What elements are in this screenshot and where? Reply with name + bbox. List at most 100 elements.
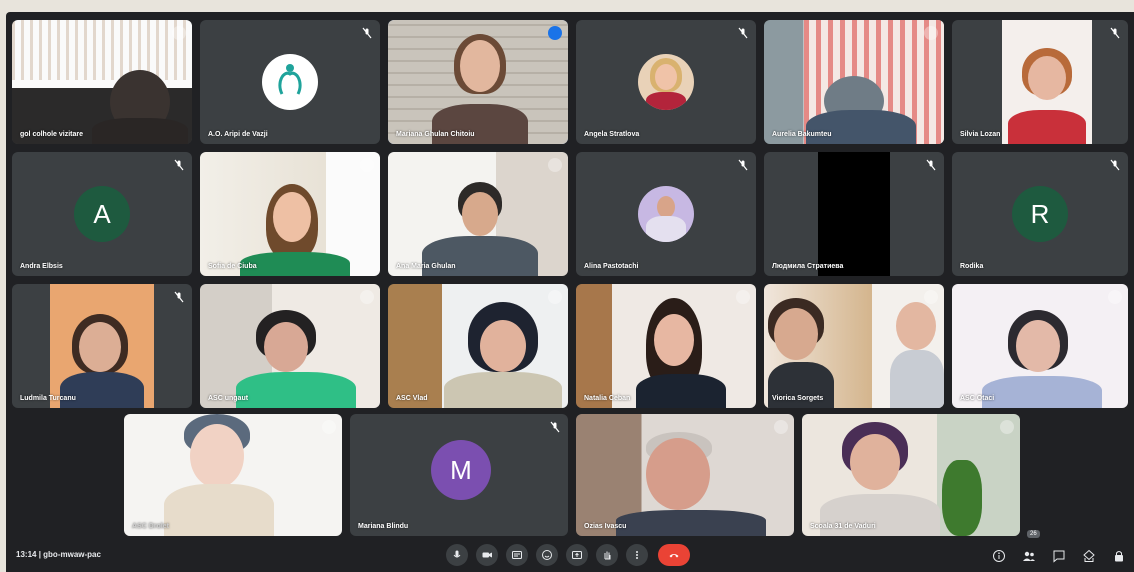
more-icon[interactable] <box>924 26 938 40</box>
mic-button[interactable] <box>446 544 468 566</box>
participant-name: gol colhole vizitare <box>20 131 84 138</box>
chat-button[interactable] <box>1052 549 1066 563</box>
participant-name: Sofia de Ciuba <box>208 263 257 270</box>
participant-tile[interactable]: A.O. Aripi de Vazji <box>200 20 380 144</box>
participant-tile[interactable]: ASC Drolet <box>124 414 342 536</box>
more-icon[interactable] <box>360 158 374 172</box>
more-icon[interactable] <box>548 290 562 304</box>
meeting-window: gol colhole vizitare A.O. Aripi de Vazji… <box>6 12 1134 572</box>
chat-icon <box>1053 550 1065 563</box>
participant-name: Mariana Ghulan Chitoiu <box>396 131 475 138</box>
more-icon[interactable] <box>1000 420 1014 434</box>
participant-name: ASC Vlad <box>396 395 428 402</box>
raise-hand-button[interactable] <box>596 544 618 566</box>
participant-tile[interactable]: Mariana Ghulan Chitoiu <box>388 20 568 144</box>
participant-tile[interactable]: ASC Otaci <box>952 284 1128 408</box>
more-icon[interactable] <box>1108 290 1122 304</box>
participant-name: Angela Stratlova <box>584 131 640 138</box>
participant-tile[interactable]: Alina Pastotachi <box>576 152 756 276</box>
people-icon <box>1023 551 1035 561</box>
more-icon[interactable] <box>322 420 336 434</box>
participant-tile[interactable]: Natalia Ceban <box>576 284 756 408</box>
mic-off-icon <box>737 27 749 39</box>
participant-tile[interactable]: Aurelia Bakumteu <box>764 20 944 144</box>
participant-name: Ozias Ivascu <box>584 523 627 530</box>
participant-photo <box>638 186 694 242</box>
activities-button[interactable] <box>1082 549 1096 563</box>
mic-off-icon <box>925 159 937 171</box>
participant-name: Viorica Sorgets <box>772 395 824 402</box>
participant-name: ASC ungaut <box>208 395 249 402</box>
emoji-button[interactable] <box>536 544 558 566</box>
present-icon <box>572 551 582 559</box>
avatar: A <box>74 186 130 242</box>
camera-icon <box>482 552 492 558</box>
participant-name: Mariana Blindu <box>358 523 409 530</box>
info-button[interactable] <box>992 549 1006 563</box>
more-icon[interactable] <box>548 26 562 40</box>
mic-off-icon <box>1109 159 1121 171</box>
org-logo <box>262 54 318 110</box>
camera-button[interactable] <box>476 544 498 566</box>
mic-off-icon <box>361 27 373 39</box>
more-icon[interactable] <box>172 26 186 40</box>
participant-tile[interactable]: Ozias Ivascu <box>576 414 794 536</box>
participant-name: Natalia Ceban <box>584 395 631 402</box>
participant-name: Rodika <box>960 263 984 270</box>
participant-tile[interactable]: Silvia Lozan <box>952 20 1128 144</box>
mic-off-icon <box>549 421 561 433</box>
meeting-clock: 13:14 | gbo-mwaw-pac <box>16 550 101 559</box>
avatar: M <box>431 440 491 500</box>
participant-tile[interactable]: Scoala 31 de Vaduri <box>802 414 1020 536</box>
end-call-icon <box>669 554 679 558</box>
raise-hand-icon <box>604 551 611 560</box>
present-button[interactable] <box>566 544 588 566</box>
participant-name: Ana Maria Ghulan <box>396 263 456 270</box>
participant-tile[interactable]: gol colhole vizitare <box>12 20 192 144</box>
people-button[interactable] <box>1022 549 1036 563</box>
participant-tile[interactable]: Sofia de Ciuba <box>200 152 380 276</box>
host-controls-button[interactable] <box>1112 549 1126 563</box>
more-options-button[interactable] <box>626 544 648 566</box>
participant-tile[interactable]: Людмила Стратиева <box>764 152 944 276</box>
info-icon <box>993 550 1005 562</box>
participant-tile[interactable]: ASC Vlad <box>388 284 568 408</box>
participant-tile[interactable]: R Rodika <box>952 152 1128 276</box>
participant-tile[interactable]: A Andra Elbsis <box>12 152 192 276</box>
emoji-icon <box>542 550 552 560</box>
participant-tile[interactable]: Ana Maria Ghulan <box>388 152 568 276</box>
participant-tile[interactable]: Viorica Sorgets <box>764 284 944 408</box>
end-call-button[interactable] <box>658 544 690 566</box>
participant-tile[interactable]: ASC ungaut <box>200 284 380 408</box>
participant-name: Scoala 31 de Vaduri <box>810 523 876 530</box>
captions-icon <box>512 551 522 559</box>
mic-icon <box>453 550 461 558</box>
more-options-icon <box>636 551 638 559</box>
more-icon[interactable] <box>924 290 938 304</box>
participant-name: ASC Otaci <box>960 395 995 402</box>
participant-name: Silvia Lozan <box>960 131 1001 138</box>
participant-tile[interactable]: Angela Stratlova <box>576 20 756 144</box>
activities-icon <box>1083 549 1095 562</box>
participant-name: Aurelia Bakumteu <box>772 131 832 138</box>
mic-off-icon <box>1109 27 1121 39</box>
captions-button[interactable] <box>506 544 528 566</box>
participant-name: Людмила Стратиева <box>772 263 844 270</box>
host-controls-icon <box>1115 551 1123 562</box>
participant-tile[interactable]: Ludmila Turcanu <box>12 284 192 408</box>
participant-name: Ludmila Turcanu <box>20 395 76 402</box>
meeting-controls-bar: 13:14 | gbo-mwaw-pac <box>6 536 1134 572</box>
more-icon[interactable] <box>360 290 374 304</box>
participant-name: A.O. Aripi de Vazji <box>208 131 268 138</box>
mic-off-icon <box>173 291 185 303</box>
mic-off-icon <box>737 159 749 171</box>
participants-count-badge: 26 <box>1027 530 1040 538</box>
participant-name: ASC Drolet <box>132 523 169 530</box>
participant-name: Alina Pastotachi <box>584 263 639 270</box>
participant-photo <box>638 54 694 110</box>
more-icon[interactable] <box>736 290 750 304</box>
more-icon[interactable] <box>548 158 562 172</box>
mic-off-icon <box>173 159 185 171</box>
participant-tile[interactable]: M Mariana Blindu <box>350 414 568 536</box>
more-icon[interactable] <box>774 420 788 434</box>
